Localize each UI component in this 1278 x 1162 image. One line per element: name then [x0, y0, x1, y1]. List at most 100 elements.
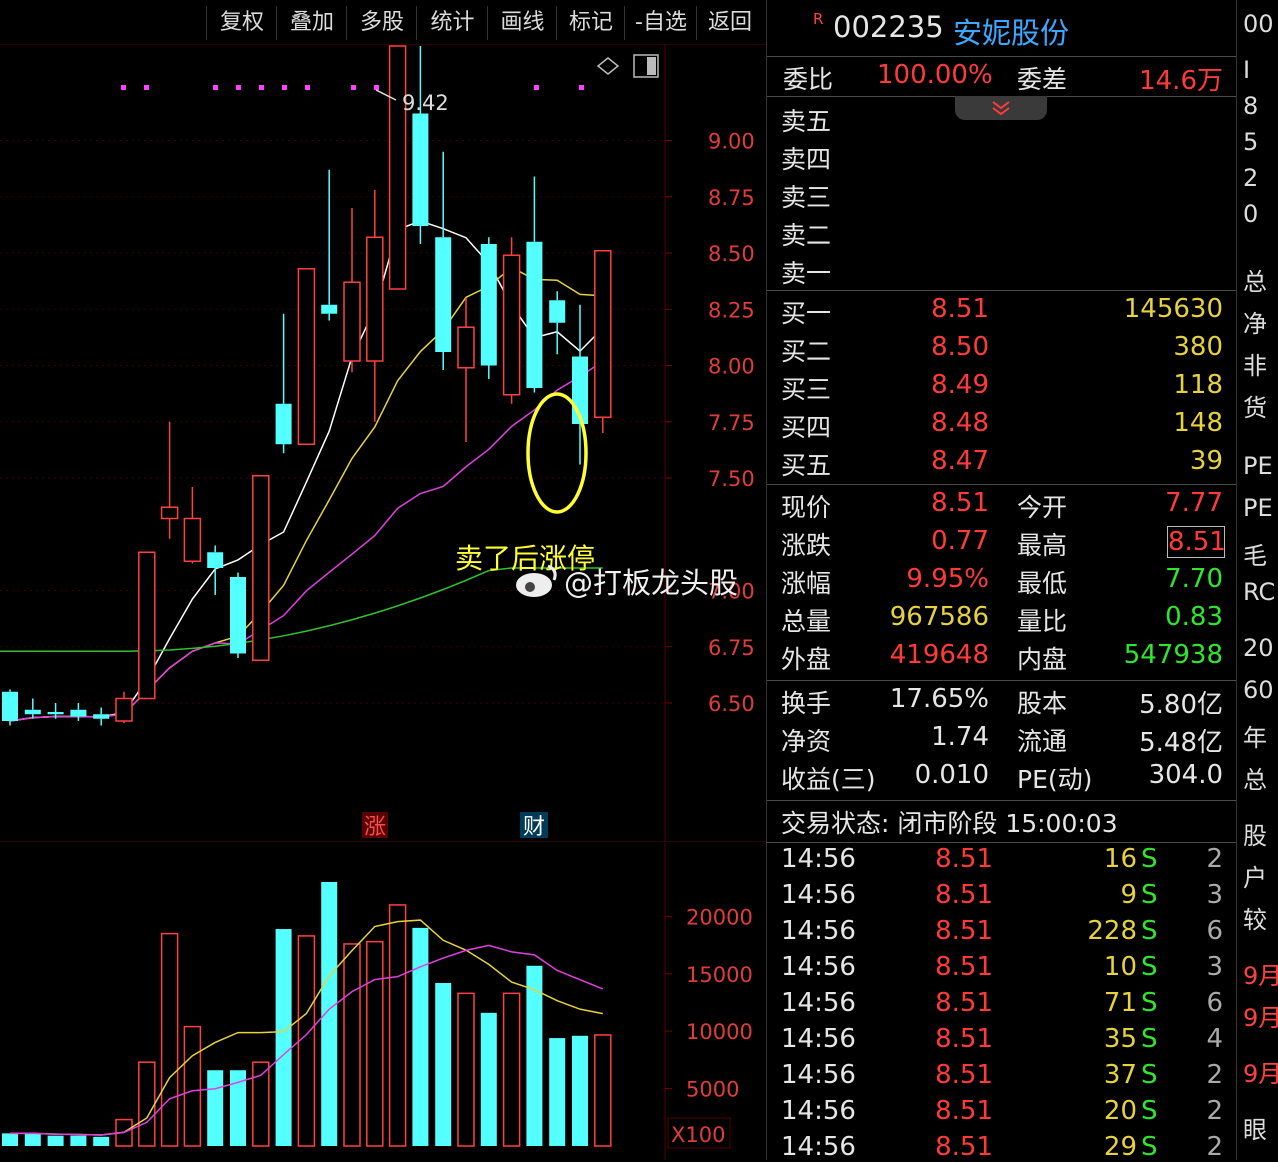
diamond-icon[interactable]	[596, 57, 620, 75]
badge-cai: 财	[523, 815, 545, 840]
candle[interactable]	[457, 298, 475, 442]
volume-bar[interactable]	[435, 982, 452, 1146]
candle[interactable]	[435, 151, 452, 370]
tick-volume: 10	[1103, 952, 1137, 982]
fund-value: 5.48亿	[1139, 728, 1223, 758]
volume-chart[interactable]: 20000 15000 10000 5000 X100	[0, 843, 766, 1160]
candle[interactable]	[2, 689, 18, 726]
tick-volume: 20	[1103, 1096, 1137, 1126]
volume-bar[interactable]	[160, 932, 179, 1147]
volume-bar[interactable]	[138, 1061, 156, 1147]
bid-label: 买一	[781, 299, 832, 328]
toolbar-button[interactable]: 画线	[487, 6, 557, 40]
candle[interactable]	[480, 237, 497, 379]
fund-value: 17.65%	[889, 684, 989, 714]
toolbar-button[interactable]: 复权	[206, 6, 277, 40]
candle[interactable]	[230, 572, 246, 659]
candle[interactable]	[549, 291, 566, 355]
fund-label: 股本	[1017, 689, 1068, 718]
candle[interactable]	[502, 237, 521, 404]
tick-volume: 37	[1103, 1060, 1137, 1090]
tick-time: 14:56	[781, 844, 856, 874]
candle-body	[207, 552, 224, 568]
candle-body	[435, 237, 452, 352]
toolbar-button[interactable]: 叠加	[276, 6, 347, 40]
tick-price: 8.51	[935, 1024, 993, 1054]
volume-bar[interactable]	[297, 935, 316, 1147]
candle[interactable]	[70, 703, 87, 721]
candle[interactable]	[252, 475, 270, 661]
panel-toggle-icon[interactable]	[633, 54, 659, 78]
signal-dot	[305, 85, 310, 90]
ask-label: 卖四	[781, 145, 832, 174]
weicha-value: 14.6万	[1139, 66, 1223, 96]
volume-bar[interactable]	[502, 992, 521, 1147]
volume-bar[interactable]	[207, 1070, 224, 1146]
fund-value: 1.74	[931, 722, 989, 752]
volume-bar[interactable]	[572, 1035, 588, 1146]
candle-body	[47, 712, 64, 715]
toolbar-button[interactable]: 返回	[696, 6, 763, 40]
candle[interactable]	[343, 208, 361, 373]
candle-body	[115, 697, 133, 722]
candle[interactable]	[183, 487, 202, 564]
volume-bar[interactable]	[183, 1025, 202, 1147]
fund-value: 5.80亿	[1139, 690, 1223, 720]
side-panel-item: 5	[1243, 128, 1259, 156]
candle[interactable]	[24, 698, 41, 719]
stock-code[interactable]: 002235	[833, 10, 944, 44]
volume-bar[interactable]	[321, 881, 338, 1146]
toolbar-button[interactable]: 统计	[416, 6, 488, 40]
kline-chart[interactable]: 9.008.758.508.258.007.757.507.006.756.50…	[0, 44, 766, 842]
stock-name[interactable]: 安妮股份	[953, 10, 1069, 52]
candle[interactable]	[275, 313, 292, 454]
candle[interactable]	[526, 176, 543, 393]
toolbar-button[interactable]: -自选	[624, 6, 697, 40]
toolbar-button[interactable]: 多股	[346, 6, 417, 40]
candle[interactable]	[93, 707, 110, 726]
candle-body	[457, 326, 475, 369]
volume-bar[interactable]	[47, 1135, 64, 1146]
volume-bar[interactable]	[230, 1070, 246, 1146]
candle-body	[297, 268, 316, 445]
volume-bar[interactable]	[366, 940, 384, 1147]
bid-label: 买三	[781, 375, 832, 404]
side-panel-item: 00	[1243, 10, 1274, 38]
ask-label: 卖二	[781, 221, 832, 250]
candle[interactable]	[321, 169, 338, 321]
volume-bar[interactable]	[93, 1136, 110, 1146]
volume-bar[interactable]	[24, 1133, 41, 1146]
collapse-button[interactable]	[955, 96, 1047, 120]
volume-bar[interactable]	[275, 929, 292, 1146]
candle[interactable]	[297, 268, 316, 445]
tick-price: 8.51	[935, 880, 993, 910]
candle[interactable]	[366, 190, 384, 422]
volume-bar[interactable]	[70, 1135, 87, 1146]
volume-bar[interactable]	[457, 992, 475, 1147]
side-panel-item: 总	[1243, 268, 1267, 296]
candle[interactable]	[412, 46, 429, 244]
toolbar-button[interactable]: 标记	[556, 6, 625, 40]
volume-bar[interactable]	[412, 927, 429, 1146]
bid-volume: 118	[1173, 370, 1223, 400]
candle[interactable]	[160, 421, 179, 539]
volume-tick-label: 10000	[686, 1020, 753, 1044]
tick-time: 14:56	[781, 916, 856, 946]
candle[interactable]	[594, 250, 612, 433]
candle[interactable]	[388, 45, 407, 290]
stat-value: 0.83	[1165, 602, 1223, 632]
volume-bar[interactable]	[594, 1034, 612, 1147]
volume-bar[interactable]	[343, 943, 361, 1147]
side-panel-item: 货	[1243, 394, 1267, 422]
volume-bar[interactable]	[480, 1012, 497, 1146]
volume-bar[interactable]	[388, 904, 407, 1147]
tick-volume: 9	[1120, 880, 1137, 910]
tick-side: S	[1141, 1132, 1158, 1162]
candle[interactable]	[138, 551, 156, 700]
candle[interactable]	[115, 691, 133, 724]
volume-bar[interactable]	[549, 1038, 566, 1146]
ask-label: 卖五	[781, 107, 832, 136]
tick-price: 8.51	[935, 916, 993, 946]
candle[interactable]	[207, 545, 224, 596]
volume-bar[interactable]	[2, 1133, 18, 1146]
